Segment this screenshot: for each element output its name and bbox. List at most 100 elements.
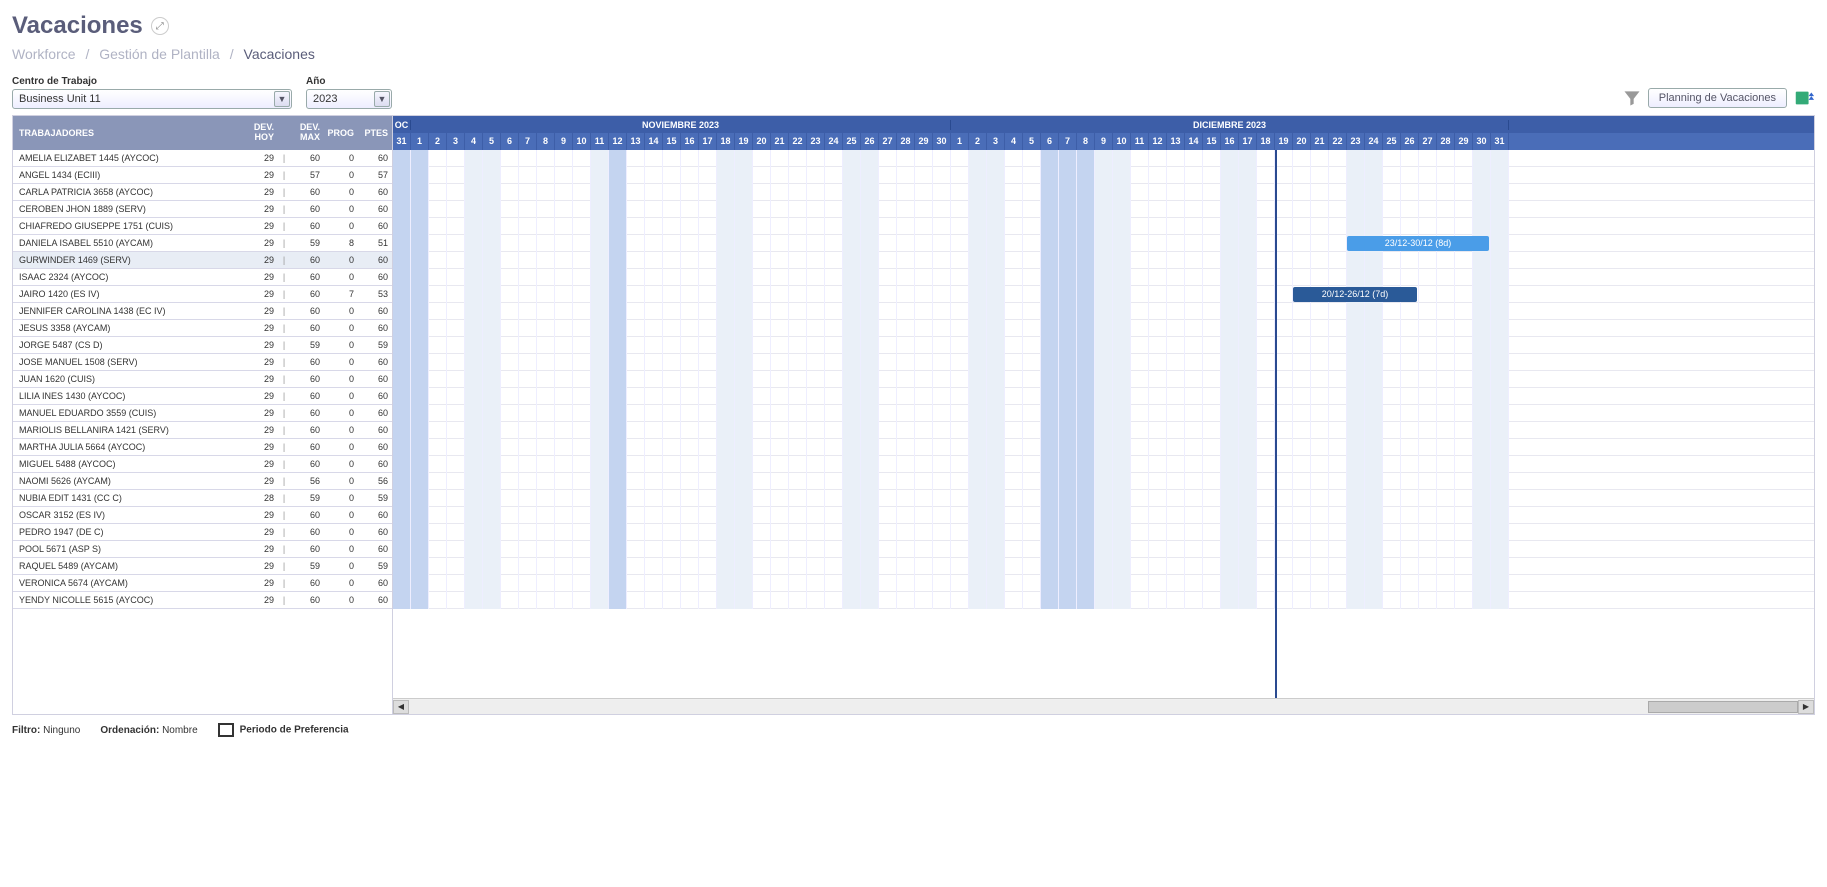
dev-hoy: 29 <box>244 170 278 180</box>
worker-row[interactable]: YENDY NICOLLE 5615 (AYCOC) 29 | 60 0 60 <box>13 592 392 609</box>
scroll-right-icon[interactable]: ▶ <box>1798 700 1814 714</box>
ptes: 60 <box>358 544 392 554</box>
grid-row[interactable] <box>393 422 1814 439</box>
dev-max: 60 <box>290 510 324 520</box>
grid-row[interactable] <box>393 337 1814 354</box>
ptes: 60 <box>358 221 392 231</box>
worker-row[interactable]: JORGE 5487 (CS D) 29 | 59 0 59 <box>13 337 392 354</box>
worker-row[interactable]: CEROBEN JHON 1889 (SERV) 29 | 60 0 60 <box>13 201 392 218</box>
ptes: 51 <box>358 238 392 248</box>
grid-row[interactable] <box>393 524 1814 541</box>
breadcrumb-workforce[interactable]: Workforce <box>12 46 76 62</box>
grid-row[interactable] <box>393 252 1814 269</box>
dev-hoy: 29 <box>244 442 278 452</box>
ptes: 56 <box>358 476 392 486</box>
worker-row[interactable]: NAOMI 5626 (AYCAM) 29 | 56 0 56 <box>13 473 392 490</box>
month-header: OCNOVIEMBRE 2023DICIEMBRE 2023 <box>393 116 1814 133</box>
grid-row[interactable]: 23/12-30/12 (8d) <box>393 235 1814 252</box>
worker-row[interactable]: MARTHA JULIA 5664 (AYCOC) 29 | 60 0 60 <box>13 439 392 456</box>
dev-max: 60 <box>290 425 324 435</box>
grid-row[interactable] <box>393 218 1814 235</box>
ptes: 59 <box>358 340 392 350</box>
dev-max: 60 <box>290 272 324 282</box>
centro-select[interactable]: Business Unit 11 <box>12 89 292 109</box>
dev-max: 59 <box>290 493 324 503</box>
worker-row[interactable]: MARIOLIS BELLANIRA 1421 (SERV) 29 | 60 0… <box>13 422 392 439</box>
worker-row[interactable]: AMELIA ELIZABET 1445 (AYCOC) 29 | 60 0 6… <box>13 150 392 167</box>
grid-row[interactable] <box>393 150 1814 167</box>
dev-hoy: 29 <box>244 476 278 486</box>
grid-row[interactable] <box>393 201 1814 218</box>
worker-row[interactable]: PEDRO 1947 (DE C) 29 | 60 0 60 <box>13 524 392 541</box>
grid-row[interactable] <box>393 473 1814 490</box>
dev-hoy: 29 <box>244 408 278 418</box>
worker-name: MARTHA JULIA 5664 (AYCOC) <box>13 442 244 452</box>
grid-row[interactable] <box>393 575 1814 592</box>
worker-row[interactable]: LILIA INES 1430 (AYCOC) 29 | 60 0 60 <box>13 388 392 405</box>
scroll-left-icon[interactable]: ◀ <box>393 700 409 714</box>
prog: 0 <box>324 153 358 163</box>
worker-row[interactable]: MIGUEL 5488 (AYCOC) 29 | 60 0 60 <box>13 456 392 473</box>
grid-body[interactable]: 23/12-30/12 (8d) 20/12-26/12 (7d) <box>393 150 1814 698</box>
dev-max: 59 <box>290 238 324 248</box>
grid-row[interactable] <box>393 405 1814 422</box>
grid-row[interactable] <box>393 388 1814 405</box>
grid-row[interactable] <box>393 592 1814 609</box>
grid-row[interactable] <box>393 439 1814 456</box>
scroll-thumb[interactable] <box>1648 701 1798 713</box>
worker-row[interactable]: ISAAC 2324 (AYCOC) 29 | 60 0 60 <box>13 269 392 286</box>
worker-row[interactable]: CARLA PATRICIA 3658 (AYCOC) 29 | 60 0 60 <box>13 184 392 201</box>
worker-row[interactable]: MANUEL EDUARDO 3559 (CUIS) 29 | 60 0 60 <box>13 405 392 422</box>
prog: 0 <box>324 442 358 452</box>
grid-row[interactable] <box>393 490 1814 507</box>
grid-row[interactable] <box>393 320 1814 337</box>
grid-row[interactable] <box>393 269 1814 286</box>
grid-row[interactable] <box>393 456 1814 473</box>
worker-row[interactable]: GURWINDER 1469 (SERV) 29 | 60 0 60 <box>13 252 392 269</box>
worker-row[interactable]: RAQUEL 5489 (AYCAM) 29 | 59 0 59 <box>13 558 392 575</box>
prog: 0 <box>324 170 358 180</box>
grid-row[interactable] <box>393 507 1814 524</box>
ptes: 60 <box>358 510 392 520</box>
grid-row[interactable] <box>393 184 1814 201</box>
day-header-cell: 16 <box>1221 133 1239 150</box>
dev-hoy: 29 <box>244 204 278 214</box>
worker-row[interactable]: CHIAFREDO GIUSEPPE 1751 (CUIS) 29 | 60 0… <box>13 218 392 235</box>
grid-row[interactable] <box>393 167 1814 184</box>
prog: 0 <box>324 408 358 418</box>
worker-row[interactable]: NUBIA EDIT 1431 (CC C) 28 | 59 0 59 <box>13 490 392 507</box>
vacation-bar[interactable]: 20/12-26/12 (7d) <box>1293 287 1417 302</box>
worker-row[interactable]: JENNIFER CAROLINA 1438 (EC IV) 29 | 60 0… <box>13 303 392 320</box>
grid-row[interactable] <box>393 303 1814 320</box>
worker-row[interactable]: DANIELA ISABEL 5510 (AYCAM) 29 | 59 8 51 <box>13 235 392 252</box>
planning-button[interactable]: Planning de Vacaciones <box>1648 88 1787 108</box>
horizontal-scrollbar[interactable]: ◀ ▶ <box>393 698 1814 714</box>
grid-row[interactable] <box>393 558 1814 575</box>
worker-row[interactable]: ANGEL 1434 (ECIII) 29 | 57 0 57 <box>13 167 392 184</box>
filter-icon[interactable] <box>1622 88 1642 108</box>
day-header-cell: 6 <box>501 133 519 150</box>
prog: 0 <box>324 493 358 503</box>
worker-row[interactable]: VERONICA 5674 (AYCAM) 29 | 60 0 60 <box>13 575 392 592</box>
expand-icon[interactable]: ⤢ <box>151 17 169 35</box>
dev-hoy: 29 <box>244 272 278 282</box>
prog: 0 <box>324 221 358 231</box>
worker-row[interactable]: JAIRO 1420 (ES IV) 29 | 60 7 53 <box>13 286 392 303</box>
grid-row[interactable] <box>393 354 1814 371</box>
worker-row[interactable]: JUAN 1620 (CUIS) 29 | 60 0 60 <box>13 371 392 388</box>
worker-row[interactable]: OSCAR 3152 (ES IV) 29 | 60 0 60 <box>13 507 392 524</box>
day-header-cell: 26 <box>1401 133 1419 150</box>
dev-max: 60 <box>290 527 324 537</box>
vacation-bar[interactable]: 23/12-30/12 (8d) <box>1347 236 1489 251</box>
grid-row[interactable]: 20/12-26/12 (7d) <box>393 286 1814 303</box>
worker-row[interactable]: JOSE MANUEL 1508 (SERV) 29 | 60 0 60 <box>13 354 392 371</box>
export-icon[interactable] <box>1793 87 1815 109</box>
day-header-cell: 9 <box>1095 133 1113 150</box>
breadcrumb-gestion[interactable]: Gestión de Plantilla <box>99 46 220 62</box>
dev-max: 60 <box>290 153 324 163</box>
worker-row[interactable]: POOL 5671 (ASP S) 29 | 60 0 60 <box>13 541 392 558</box>
grid-row[interactable] <box>393 541 1814 558</box>
ano-select[interactable]: 2023 <box>306 89 392 109</box>
worker-row[interactable]: JESUS 3358 (AYCAM) 29 | 60 0 60 <box>13 320 392 337</box>
grid-row[interactable] <box>393 371 1814 388</box>
